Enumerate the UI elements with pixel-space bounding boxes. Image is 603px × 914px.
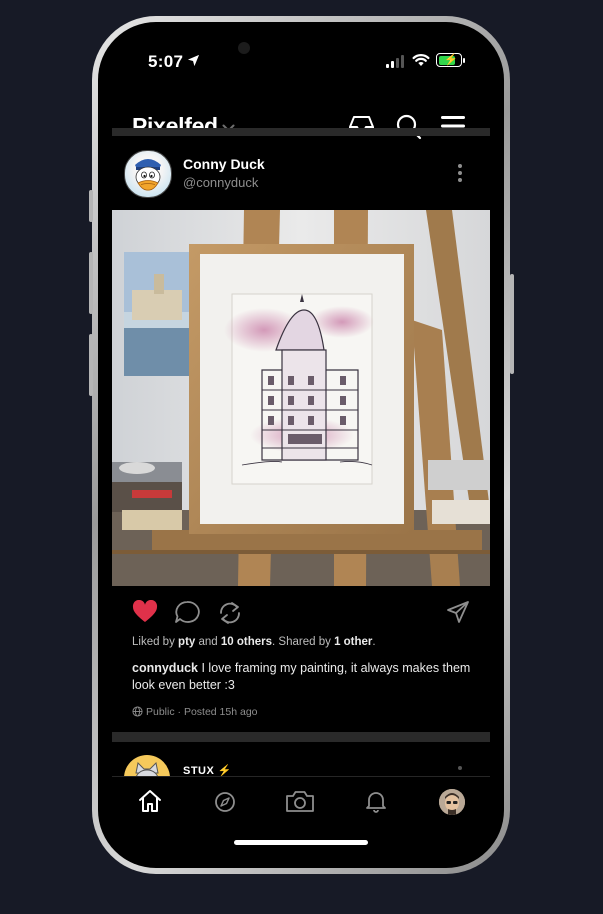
home-indicator[interactable] bbox=[234, 840, 368, 845]
location-arrow-icon bbox=[187, 54, 200, 67]
duck-avatar[interactable] bbox=[124, 150, 172, 198]
status-bar: 5:07 ⚡ bbox=[112, 30, 490, 90]
bell-icon[interactable] bbox=[366, 789, 386, 813]
compass-icon[interactable] bbox=[214, 791, 236, 813]
wifi-icon bbox=[412, 54, 430, 66]
silent-switch bbox=[89, 190, 93, 222]
globe-icon bbox=[132, 706, 143, 717]
app-screen: 5:07 ⚡ Pixelfed Conny Duck @connyduck Li… bbox=[112, 30, 490, 858]
liked-by-text: Liked by pty and 10 others. Shared by 1 … bbox=[132, 636, 376, 648]
visibility-label: Public bbox=[146, 706, 175, 718]
more-options-icon[interactable] bbox=[458, 766, 462, 770]
tab-bar bbox=[112, 776, 490, 858]
power-button bbox=[510, 274, 514, 374]
heart-icon[interactable] bbox=[132, 600, 158, 624]
cellular-signal-icon bbox=[386, 54, 406, 68]
send-icon[interactable] bbox=[446, 600, 470, 624]
volume-down-button bbox=[89, 334, 93, 396]
liked-by-others-link[interactable]: 10 others bbox=[221, 636, 272, 648]
feed-divider bbox=[112, 732, 490, 742]
feed-divider bbox=[112, 128, 490, 136]
profile-avatar[interactable] bbox=[439, 789, 465, 815]
search-icon[interactable] bbox=[396, 114, 422, 140]
front-camera bbox=[238, 42, 250, 54]
post-header: Conny Duck @connyduck bbox=[112, 138, 490, 208]
comment-icon[interactable] bbox=[174, 600, 200, 624]
post-actions bbox=[112, 596, 490, 632]
author-handle[interactable]: @connyduck bbox=[183, 175, 258, 190]
app-header: Pixelfed bbox=[112, 88, 490, 140]
author-display-name[interactable]: Conny Duck bbox=[183, 156, 265, 172]
post-image[interactable] bbox=[112, 210, 490, 586]
post-caption: connyduck I love framing my painting, it… bbox=[132, 660, 477, 694]
liked-by-user-link[interactable]: pty bbox=[178, 636, 195, 648]
posted-time[interactable]: Posted 15h ago bbox=[184, 706, 258, 718]
camera-icon[interactable] bbox=[285, 789, 315, 813]
status-time: 5:07 bbox=[148, 52, 184, 71]
home-icon[interactable] bbox=[138, 789, 162, 813]
more-options-icon[interactable] bbox=[456, 164, 464, 185]
battery-charging-icon: ⚡ bbox=[436, 53, 465, 67]
share-icon[interactable] bbox=[216, 600, 244, 626]
shared-by-link[interactable]: 1 other bbox=[334, 636, 372, 648]
post-meta: Public · Posted 15h ago bbox=[132, 706, 258, 718]
caption-username[interactable]: connyduck bbox=[132, 661, 198, 675]
volume-up-button bbox=[89, 252, 93, 314]
